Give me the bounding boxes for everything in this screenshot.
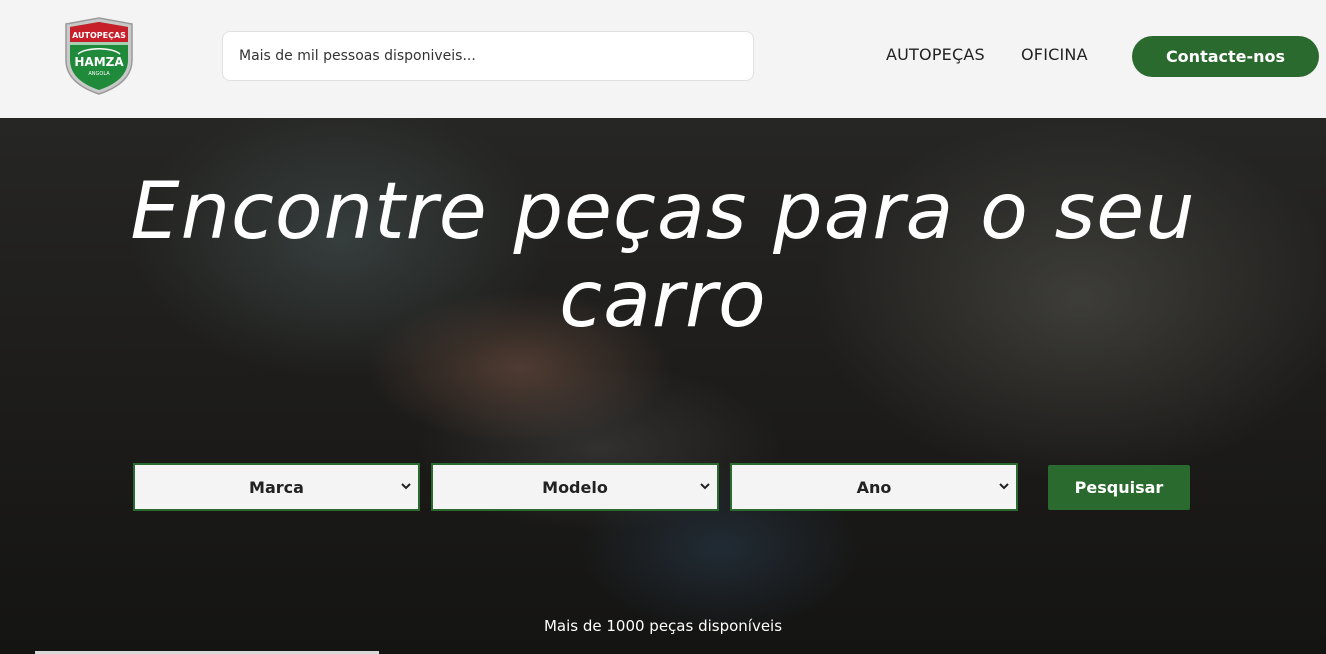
search-input[interactable] (239, 48, 753, 64)
year-select-wrapper: Ano (730, 463, 1018, 511)
year-select[interactable]: Ano (732, 465, 1016, 509)
model-select-wrapper: Modelo (431, 463, 719, 511)
model-select[interactable]: Modelo (433, 465, 717, 509)
brand-select[interactable]: Marca (135, 465, 418, 509)
search-field[interactable] (222, 31, 754, 81)
hero-subtitle: Mais de 1000 peças disponíveis (543, 617, 783, 635)
hero-section: Encontre peças para o seu carro Marca Mo… (0, 118, 1326, 654)
autopecas-hamza-logo[interactable]: AUTOPEÇAS HAMZA ANGOLA (62, 16, 136, 96)
brand-select-wrapper: Marca (133, 463, 420, 511)
logo-country-text: ANGOLA (88, 71, 110, 77)
site-header: AUTOPEÇAS HAMZA ANGOLA AUTOPEÇAS OFICINA… (0, 0, 1326, 118)
nav-link-autopecas[interactable]: AUTOPEÇAS (886, 45, 985, 64)
search-button[interactable]: Pesquisar (1048, 465, 1190, 510)
logo-top-text: AUTOPEÇAS (72, 31, 126, 40)
contact-button[interactable]: Contacte-nos (1132, 36, 1319, 77)
logo-brand-text: HAMZA (74, 55, 124, 69)
hero-title: Encontre peças para o seu carro (130, 167, 1196, 345)
nav-link-oficina[interactable]: OFICINA (1021, 45, 1088, 64)
autopecas-hamza-badge-icon: AUTOPEÇAS HAMZA ANGOLA (65, 17, 133, 95)
